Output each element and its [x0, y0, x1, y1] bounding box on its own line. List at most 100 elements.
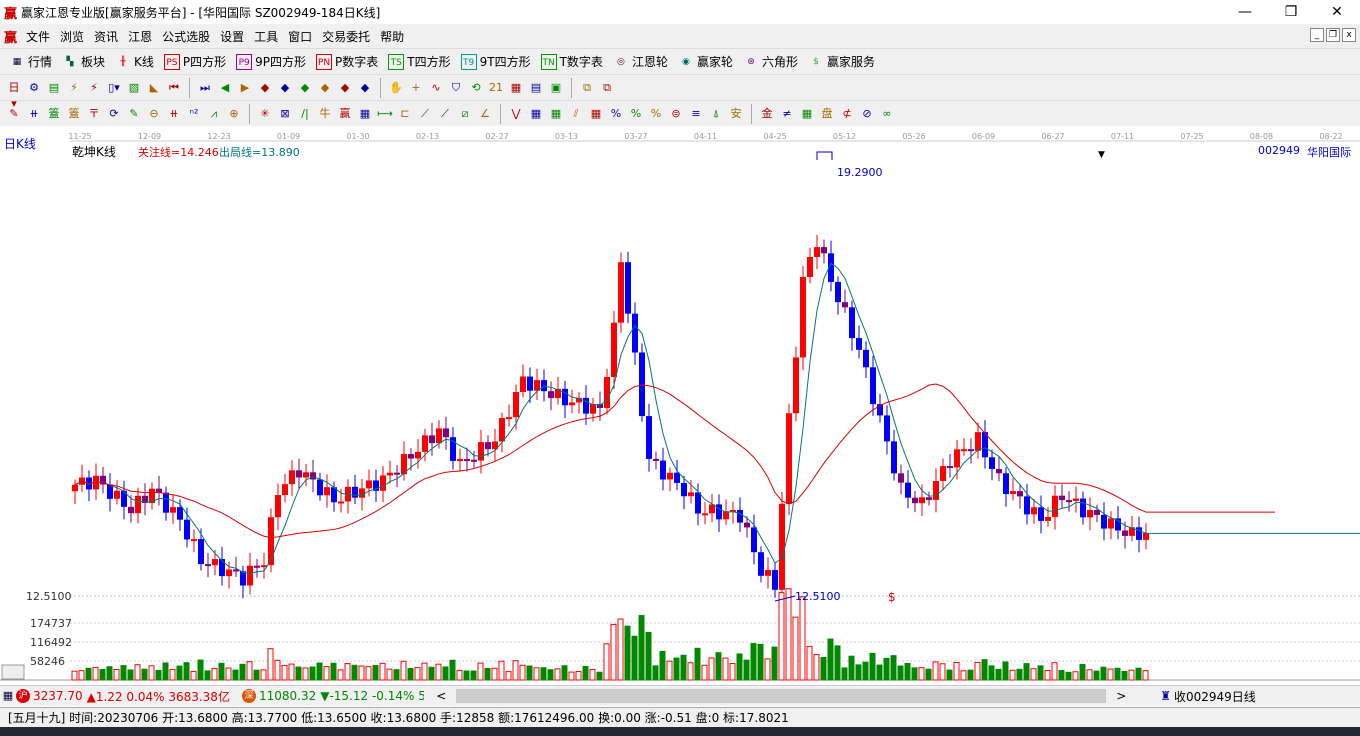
toolbar3-tool-icon-14[interactable]: /|	[297, 106, 313, 122]
toolbar2-tool-icon-6[interactable]: ▧	[126, 80, 142, 96]
toolbar2-tool-icon-11[interactable]: ▶	[237, 80, 253, 96]
menu-item-6[interactable]: 工具	[249, 28, 283, 45]
table-icon[interactable]: ▦	[0, 688, 16, 704]
dropdown-arrow-icon[interactable]: ▼	[1098, 150, 1105, 160]
toolbar-button-0[interactable]: ▦ 行情	[6, 53, 55, 70]
toolbar2-tool-icon-9[interactable]: ⏭	[197, 80, 213, 96]
toolbar3-tool-icon-27[interactable]: ⫽	[568, 106, 584, 122]
toolbar-button-10[interactable]: ◉ 赢家轮	[675, 53, 736, 70]
toolbar2-tool-icon-22[interactable]: ⟲	[468, 80, 484, 96]
toolbar-button-3[interactable]: PS P四方形	[161, 53, 229, 70]
toolbar2-tool-icon-7[interactable]: ◣	[146, 80, 162, 96]
toolbar3-tool-icon-6[interactable]: ✎	[126, 106, 142, 122]
toolbar2-tool-icon-24[interactable]: ▦	[508, 80, 524, 96]
toolbar3-tool-icon-9[interactable]: ⁿ²	[186, 106, 202, 122]
toolbar3-tool-icon-23[interactable]: ∠	[477, 106, 493, 122]
toolbar-button-11[interactable]: ⊛ 六角形	[740, 53, 801, 70]
toolbar3-tool-icon-2[interactable]: 篕	[46, 106, 62, 122]
toolbar3-tool-icon-42[interactable]: ∞	[879, 106, 895, 122]
toolbar3-tool-icon-30[interactable]: %	[628, 106, 644, 122]
menu-item-0[interactable]: 文件	[21, 28, 55, 45]
minimize-button[interactable]: —	[1222, 0, 1268, 24]
toolbar3-tool-icon-36[interactable]: 金	[759, 106, 775, 122]
toolbar2-tool-icon-14[interactable]: ◆	[297, 80, 313, 96]
toolbar2-tool-icon-21[interactable]: ⛉	[448, 80, 464, 96]
scroll-left-button[interactable]: <	[426, 689, 456, 703]
toolbar3-tool-icon-26[interactable]: ▦	[548, 106, 564, 122]
toolbar2-tool-icon-20[interactable]: ∿	[428, 80, 444, 96]
kline-chart[interactable]: 11-25 12-09 12-23 01-09 01-30 02-13 02-27 03-13…	[0, 130, 1360, 685]
toolbar3-tool-icon-3[interactable]: 篕	[66, 106, 82, 122]
toolbar3-tool-icon-18[interactable]: ⟼	[377, 106, 393, 122]
menu-item-8[interactable]: 交易委托	[317, 28, 375, 45]
toolbar2-tool-icon-28[interactable]: ⧉	[599, 80, 615, 96]
toolbar3-tool-icon-31[interactable]: %	[648, 106, 664, 122]
toolbar3-tool-icon-5[interactable]: ⟳	[106, 106, 122, 122]
toolbar-button-2[interactable]: ╫ K线	[112, 53, 157, 70]
mdi-close-button[interactable]: x	[1342, 28, 1356, 42]
toolbar3-tool-icon-32[interactable]: ⊜	[668, 106, 684, 122]
menu-item-3[interactable]: 江恩	[123, 28, 157, 45]
toolbar3-tool-icon-22[interactable]: ⧄	[457, 106, 473, 122]
toolbar2-tool-icon-16[interactable]: ◆	[337, 80, 353, 96]
toolbar-button-8[interactable]: TN T数字表	[538, 53, 606, 70]
toolbar-button-7[interactable]: T9 9T四方形	[458, 53, 534, 70]
toolbar2-tool-icon-3[interactable]: ⚡	[66, 80, 82, 96]
toolbar-button-1[interactable]: ▚ 板块	[59, 53, 108, 70]
toolbar2-tool-icon-25[interactable]: ▤	[528, 80, 544, 96]
toolbar2-tool-icon-26[interactable]: ▣	[548, 80, 564, 96]
toolbar2-tool-icon-5[interactable]: ▯▾	[106, 80, 122, 96]
toolbar3-tool-icon-41[interactable]: ⊘	[859, 106, 875, 122]
toolbar3-tool-icon-21[interactable]: ⟋	[437, 106, 453, 122]
toolbar3-tool-icon-12[interactable]: ✳	[257, 106, 273, 122]
toolbar2-tool-icon-15[interactable]: ◆	[317, 80, 333, 96]
toolbar2-tool-icon-13[interactable]: ◆	[277, 80, 293, 96]
toolbar2-tool-icon-19[interactable]: +	[408, 80, 424, 96]
toolbar3-tool-icon-37[interactable]: ≠	[779, 106, 795, 122]
toolbar3-tool-icon-20[interactable]: ⟋	[417, 106, 433, 122]
toolbar3-tool-icon-40[interactable]: ⊄	[839, 106, 855, 122]
toolbar3-tool-icon-0[interactable]: ✎	[6, 106, 22, 122]
toolbar3-tool-icon-10[interactable]: ⩘	[206, 106, 222, 122]
menu-item-2[interactable]: 资讯	[89, 28, 123, 45]
toolbar3-tool-icon-25[interactable]: ▦	[528, 106, 544, 122]
toolbar3-tool-icon-13[interactable]: ⊠	[277, 106, 293, 122]
scroll-thumb[interactable]	[456, 689, 1107, 703]
mdi-minimize-button[interactable]: _	[1310, 28, 1324, 42]
horizontal-scrollbar[interactable]: < >	[426, 688, 1136, 704]
toolbar2-tool-icon-12[interactable]: ◆	[257, 80, 273, 96]
toolbar-button-6[interactable]: TS T四方形	[385, 53, 453, 70]
menu-item-9[interactable]: 帮助	[375, 28, 409, 45]
toolbar2-tool-icon-18[interactable]: ✋	[388, 80, 404, 96]
menu-item-4[interactable]: 公式选股	[157, 28, 215, 45]
toolbar3-tool-icon-35[interactable]: 安	[728, 106, 744, 122]
menu-item-5[interactable]: 设置	[215, 28, 249, 45]
toolbar3-tool-icon-8[interactable]: ⧺	[166, 106, 182, 122]
toolbar3-tool-icon-15[interactable]: 牛	[317, 106, 333, 122]
toolbar3-tool-icon-24[interactable]: ⋁	[508, 106, 524, 122]
toolbar3-tool-icon-19[interactable]: ⊏	[397, 106, 413, 122]
menu-item-1[interactable]: 浏览	[55, 28, 89, 45]
toolbar3-tool-icon-38[interactable]: ▦	[799, 106, 815, 122]
toolbar2-tool-icon-0[interactable]: 日▾	[6, 80, 22, 110]
toolbar3-tool-icon-7[interactable]: ⊖	[146, 106, 162, 122]
chart-svg[interactable]: 11-25 12-09 12-23 01-09 01-30 02-13 02-27 03-13…	[0, 130, 1360, 685]
scroll-right-button[interactable]: >	[1106, 689, 1136, 703]
toolbar3-tool-icon-28[interactable]: ▦	[588, 106, 604, 122]
toolbar-button-9[interactable]: ◎ 江恩轮	[610, 53, 671, 70]
toolbar3-tool-icon-11[interactable]: ⊕	[226, 106, 242, 122]
toolbar2-tool-icon-4[interactable]: ⚡	[86, 80, 102, 96]
toolbar2-tool-icon-27[interactable]: ⧉	[579, 80, 595, 96]
toolbar3-tool-icon-34[interactable]: ⍋	[708, 106, 724, 122]
toolbar2-tool-icon-17[interactable]: ◆	[357, 80, 373, 96]
toolbar3-tool-icon-17[interactable]: ▦	[357, 106, 373, 122]
menu-item-7[interactable]: 窗口	[283, 28, 317, 45]
toolbar3-tool-icon-29[interactable]: %	[608, 106, 624, 122]
mdi-restore-button[interactable]: ❐	[1326, 28, 1340, 42]
toolbar3-tool-icon-16[interactable]: 赢	[337, 106, 353, 122]
toolbar-button-4[interactable]: P9 9P四方形	[233, 53, 309, 70]
toolbar2-tool-icon-8[interactable]: ⏮	[166, 80, 182, 96]
toolbar-button-12[interactable]: $ 赢家服务	[805, 53, 878, 70]
toolbar2-tool-icon-1[interactable]: ⚙	[26, 80, 42, 96]
maximize-button[interactable]: ❐	[1268, 0, 1314, 24]
